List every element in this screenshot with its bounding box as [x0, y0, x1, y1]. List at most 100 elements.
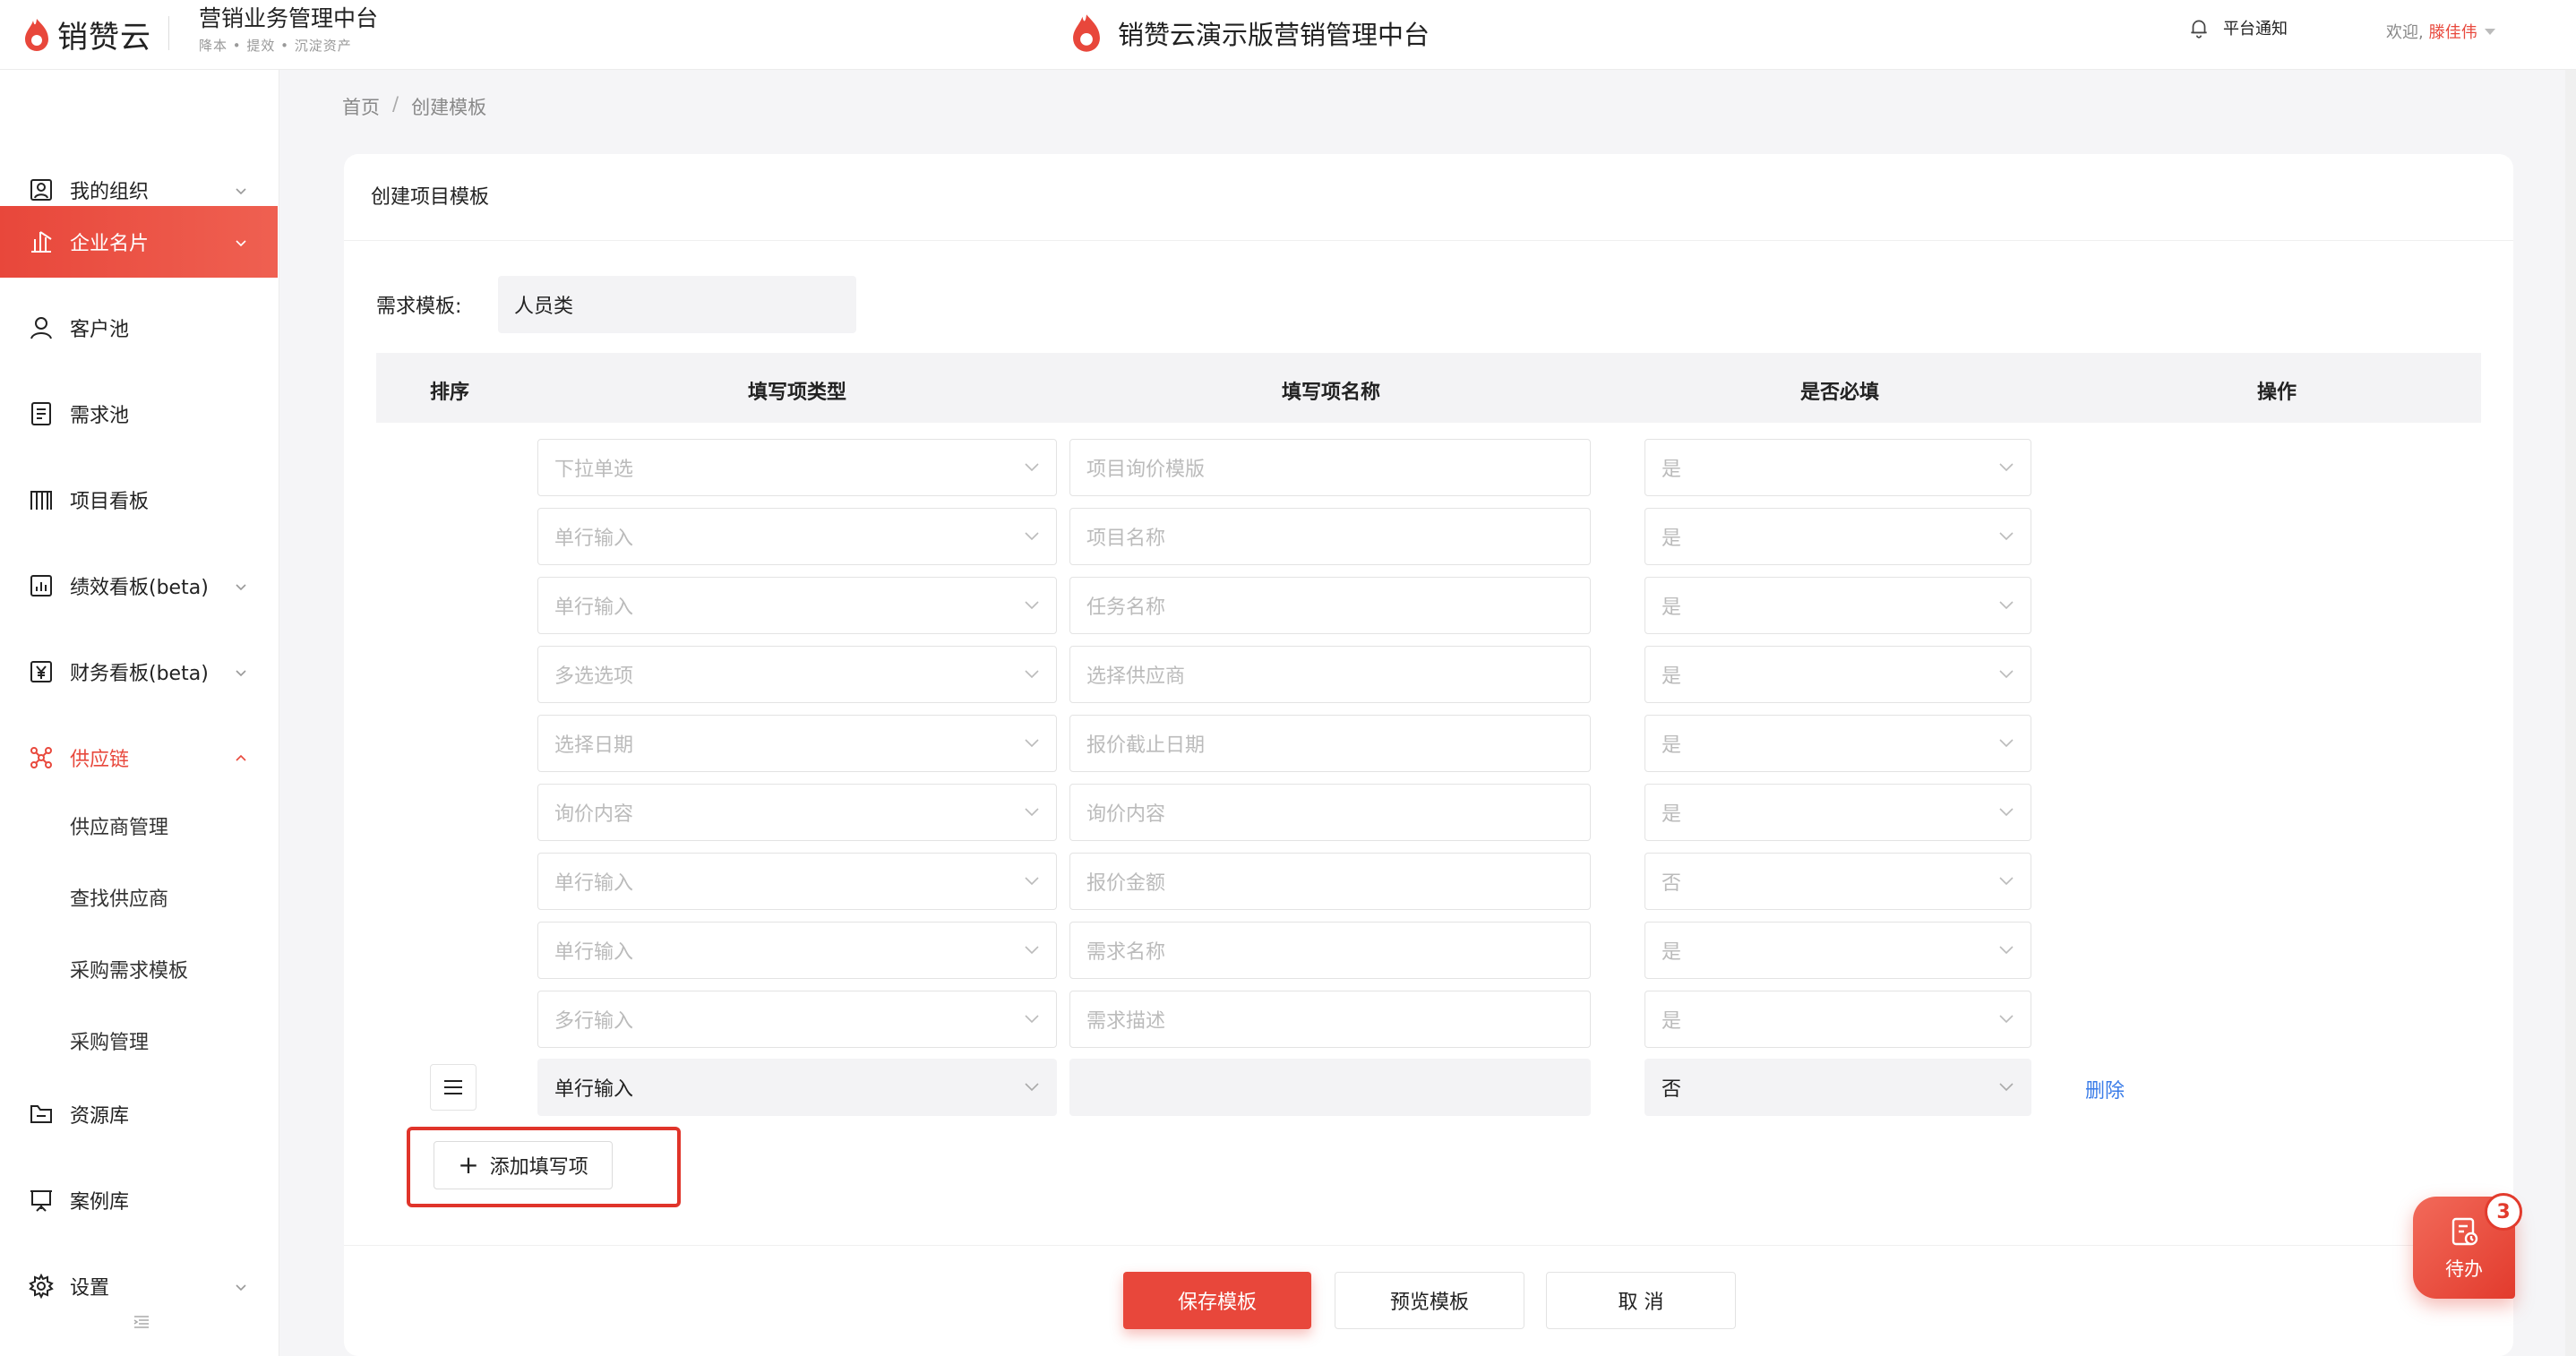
- field-type-select[interactable]: 单行输入: [537, 508, 1057, 565]
- sidebar-item-supply-chain[interactable]: 供应链: [0, 722, 278, 794]
- building-icon: [27, 227, 56, 256]
- chevron-down-icon: [1025, 601, 1039, 610]
- chevron-down-icon: [1025, 532, 1039, 541]
- presentation-icon: [27, 1186, 56, 1214]
- center-title: 销赞云演示版营销管理中台: [1068, 13, 1430, 54]
- field-name-input[interactable]: 需求名称: [1069, 922, 1591, 979]
- sidebar-item-performance-board[interactable]: 绩效看板(beta): [0, 550, 278, 622]
- brand-title: 营销业务管理中台: [199, 5, 379, 31]
- sidebar-item-label: 绩效看板(beta): [70, 577, 209, 599]
- table-row: 单行输入 需求名称 是: [344, 922, 2513, 981]
- field-type-select[interactable]: 单行输入: [537, 853, 1057, 910]
- field-name-input[interactable]: 报价金额: [1069, 853, 1591, 910]
- required-value: 否: [1662, 1078, 1682, 1101]
- field-name-input[interactable]: [1069, 1059, 1591, 1116]
- sidebar-item-demand-pool[interactable]: 需求池: [0, 378, 278, 450]
- sidebar-item-label: 资源库: [70, 1105, 130, 1128]
- card-title: 创建项目模板: [371, 186, 490, 209]
- preview-template-button[interactable]: 预览模板: [1335, 1272, 1524, 1329]
- platform-notify[interactable]: 平台通知: [2187, 16, 2288, 39]
- drag-handle[interactable]: [430, 1064, 477, 1111]
- chevron-down-icon: [236, 584, 246, 591]
- breadcrumb-separator: /: [392, 93, 399, 115]
- required-select[interactable]: 是: [1644, 922, 2031, 979]
- required-select[interactable]: 是: [1644, 991, 2031, 1048]
- required-select[interactable]: 是: [1644, 577, 2031, 634]
- chevron-down-icon: [1025, 670, 1039, 679]
- top-header: 销赞云 营销业务管理中台 降本 • 提效 • 沉淀资产 销赞云演示版营销管理中台…: [0, 0, 2576, 70]
- collapse-sidebar-icon[interactable]: [131, 1311, 152, 1333]
- table-row: 下拉单选 项目询价模版 是: [344, 439, 2513, 498]
- field-type-select[interactable]: 单行输入: [537, 1059, 1057, 1116]
- field-type-select[interactable]: 下拉单选: [537, 439, 1057, 496]
- delete-link[interactable]: 删除: [2085, 1075, 2125, 1103]
- template-name-input[interactable]: 人员类: [498, 276, 856, 333]
- field-name-input[interactable]: 需求描述: [1069, 991, 1591, 1048]
- field-type-select[interactable]: 选择日期: [537, 715, 1057, 772]
- sidebar-item-customer-pool[interactable]: 客户池: [0, 292, 278, 364]
- sidebar-subitem-purchase-management[interactable]: 采购管理: [70, 1026, 149, 1055]
- board-icon: [27, 485, 56, 514]
- header-action: 操作: [2256, 382, 2297, 404]
- app-logo[interactable]: 销赞云: [21, 13, 151, 56]
- sidebar-item-label: 需求池: [70, 405, 130, 427]
- required-select[interactable]: 是: [1644, 508, 2031, 565]
- required-value: 是: [1662, 1010, 1682, 1033]
- header-name: 填写项名称: [1281, 382, 1381, 404]
- field-type-select[interactable]: 多选选项: [537, 646, 1057, 703]
- field-name-input[interactable]: 任务名称: [1069, 577, 1591, 634]
- field-name-input[interactable]: 项目询价模版: [1069, 439, 1591, 496]
- field-type-value: 单行输入: [554, 1078, 634, 1101]
- sidebar-item-label: 项目看板: [70, 491, 150, 513]
- field-type-value: 单行输入: [554, 596, 634, 619]
- sidebar-item-finance-board[interactable]: 财务看板(beta): [0, 636, 278, 708]
- cancel-button[interactable]: 取 消: [1546, 1272, 1736, 1329]
- required-select[interactable]: 否: [1644, 853, 2031, 910]
- field-name-input[interactable]: 询价内容: [1069, 784, 1591, 841]
- required-value: 是: [1662, 665, 1682, 688]
- sidebar-subitem-purchase-template[interactable]: 采购需求模板: [70, 955, 188, 983]
- template-card: 创建项目模板 需求模板: 人员类 排序 填写项类型 填写项名称 是否必填 操作 …: [344, 154, 2513, 1356]
- field-type-select[interactable]: 询价内容: [537, 784, 1057, 841]
- add-field-button[interactable]: + 添加填写项: [434, 1141, 613, 1189]
- sidebar-subitem-find-supplier[interactable]: 查找供应商: [70, 883, 168, 912]
- page-scrollbar[interactable]: [2565, 70, 2576, 1356]
- field-type-value: 询价内容: [554, 803, 634, 826]
- required-select[interactable]: 是: [1644, 715, 2031, 772]
- sidebar-item-resource-library[interactable]: 资源库: [0, 1078, 278, 1150]
- sidebar-subitem-supplier-management[interactable]: 供应商管理: [70, 811, 168, 840]
- sidebar-item-label: 客户池: [70, 319, 130, 341]
- chevron-down-icon: [1025, 739, 1039, 748]
- logo-mark-icon: [25, 18, 48, 51]
- chevron-down-icon: [1025, 1083, 1039, 1092]
- center-title-text: 销赞云演示版营销管理中台: [1118, 20, 1430, 50]
- field-type-value: 单行输入: [554, 872, 634, 895]
- field-type-value: 单行输入: [554, 528, 634, 550]
- field-name-input[interactable]: 报价截止日期: [1069, 715, 1591, 772]
- sidebar-item-case-library[interactable]: 案例库: [0, 1164, 278, 1236]
- required-select[interactable]: 是: [1644, 646, 2031, 703]
- user-menu[interactable]: 欢迎, 滕佳伟: [2386, 20, 2495, 43]
- sidebar-item-label: 供应链: [70, 749, 130, 771]
- field-type-select[interactable]: 单行输入: [537, 577, 1057, 634]
- required-select[interactable]: 是: [1644, 784, 2031, 841]
- field-name-input[interactable]: 选择供应商: [1069, 646, 1591, 703]
- breadcrumb-home[interactable]: 首页: [342, 93, 380, 120]
- logo-text: 销赞云: [57, 20, 151, 56]
- chevron-down-icon: [236, 240, 246, 247]
- brand-subtitle: 降本 • 提效 • 沉淀资产: [199, 38, 352, 54]
- sidebar-item-label: 企业名片: [70, 233, 150, 255]
- field-type-select[interactable]: 多行输入: [537, 991, 1057, 1048]
- sidebar: 我的组织 企业名片 客户池 需求池 项目看板 绩效看板(beta) 财务看板(b…: [0, 70, 279, 1356]
- field-name-input[interactable]: 项目名称: [1069, 508, 1591, 565]
- required-select[interactable]: 是: [1644, 439, 2031, 496]
- chevron-down-icon: [1025, 946, 1039, 955]
- todo-floating-button[interactable]: 待办 3: [2413, 1193, 2522, 1299]
- sidebar-item-project-board[interactable]: 项目看板: [0, 464, 278, 536]
- bell-icon: [2191, 20, 2207, 39]
- required-value: 是: [1662, 596, 1682, 619]
- sidebar-item-company-card[interactable]: 企业名片: [0, 206, 278, 278]
- save-template-button[interactable]: 保存模板: [1123, 1272, 1311, 1329]
- required-select[interactable]: 否: [1644, 1059, 2031, 1116]
- field-type-select[interactable]: 单行输入: [537, 922, 1057, 979]
